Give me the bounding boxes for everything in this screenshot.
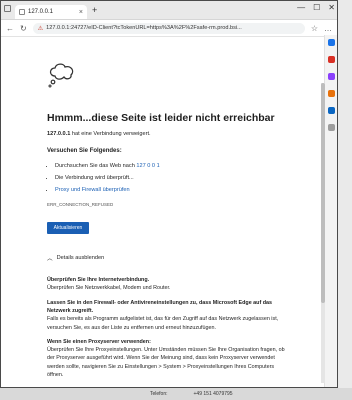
not-secure-icon[interactable]: ⚠ xyxy=(38,25,43,32)
detail-body: Überprüfen Sie Netzwerkkabel, Modem und … xyxy=(47,285,171,292)
proxy-firewall-link[interactable]: Proxy und Firewall überprüfen xyxy=(55,187,130,193)
sidebar-search-icon[interactable] xyxy=(327,39,335,46)
detail-body: Falls es bereits als Programm aufgeliste… xyxy=(47,316,279,331)
detail-section-firewall: Lassen Sie in den Firewall- oder Antivir… xyxy=(47,299,291,332)
background-phone-number: +49 151 4079795 xyxy=(193,391,233,397)
suggestion-list: Durchsuchen Sie das Web nach 127 0 0 1 D… xyxy=(47,160,160,196)
url-text: 127.0.0.1:24727/eID-Client?tcTokenURL=ht… xyxy=(46,25,242,31)
detail-title: Überprüfen Sie Ihre Internetverbindung. xyxy=(47,277,150,283)
refresh-icon[interactable]: ↻ xyxy=(20,24,27,33)
detail-title: Lassen Sie in den Firewall- oder Antivir… xyxy=(47,300,273,315)
tab-active[interactable]: 127.0.0.1 × xyxy=(15,5,87,19)
try-heading: Versuchen Sie Folgendes: xyxy=(47,148,122,154)
new-tab-button[interactable]: + xyxy=(92,5,97,15)
suggestion-checking-text: Die Verbindung wird überprüft... xyxy=(55,175,134,181)
chevron-up-icon: ︿ xyxy=(47,256,53,262)
sidebar-add-icon[interactable] xyxy=(327,124,335,131)
background-phone-label: Telefon: xyxy=(150,391,168,397)
error-page: Hmmm...diese Seite ist leider nicht erre… xyxy=(1,36,325,387)
tab-title: 127.0.0.1 xyxy=(28,9,54,15)
title-bar: 127.0.0.1 × + — ☐ ✕ xyxy=(1,1,337,20)
refresh-button[interactable]: Aktualisieren xyxy=(47,222,89,234)
back-icon[interactable]: ← xyxy=(6,24,14,33)
background-strip: Telefon: +49 151 4079795 xyxy=(0,388,352,400)
window-menu-icon[interactable] xyxy=(4,5,11,12)
suggestion-proxy: Proxy und Firewall überprüfen xyxy=(55,184,160,196)
suggestion-checking: Die Verbindung wird überprüft... xyxy=(55,172,160,184)
window-controls: — ☐ ✕ xyxy=(297,3,335,12)
details-toggle-label: Details ausblenden xyxy=(56,255,105,261)
background-right xyxy=(338,0,352,388)
maximize-button[interactable]: ☐ xyxy=(313,3,320,12)
sidebar-office-icon[interactable] xyxy=(327,90,335,97)
refused-text: hat eine Verbindung verweigert. xyxy=(70,131,151,137)
detail-section-proxy: Wenn Sie einen Proxyserver verwenden: Üb… xyxy=(47,338,291,379)
refused-message: 127.0.0.1 hat eine Verbindung verweigert… xyxy=(47,131,151,137)
tab-close-icon[interactable]: × xyxy=(79,9,83,16)
minimize-button[interactable]: — xyxy=(297,3,305,12)
close-window-button[interactable]: ✕ xyxy=(328,3,335,12)
favorites-icon[interactable]: ☆ xyxy=(311,24,318,33)
browser-window: 127.0.0.1 × + — ☐ ✕ ← ↻ ⚠ 127.0.0.1:2472… xyxy=(0,0,338,388)
page-title: Hmmm...diese Seite ist leider nicht erre… xyxy=(47,112,275,124)
page-favicon-icon xyxy=(19,9,25,15)
sidebar-outlook-icon[interactable] xyxy=(327,107,335,114)
detail-body: Überprüfen Sie Ihre Proxyeinstellungen. … xyxy=(47,347,285,378)
sidebar-shopping-icon[interactable] xyxy=(327,56,335,63)
sidebar-tools-icon[interactable] xyxy=(327,73,335,80)
url-field[interactable]: ⚠ 127.0.0.1:24727/eID-Client?tcTokenURL=… xyxy=(32,22,305,34)
scrollbar-thumb[interactable] xyxy=(321,83,325,303)
detail-title: Wenn Sie einen Proxyserver verwenden: xyxy=(47,339,151,345)
scrollbar[interactable] xyxy=(321,83,325,383)
suggestion-search-text: Durchsuchen Sie das Web nach xyxy=(55,163,137,169)
error-code: ERR_CONNECTION_REFUSED xyxy=(47,202,114,207)
refused-host: 127.0.0.1 xyxy=(47,131,71,137)
thought-cloud-icon xyxy=(48,63,74,88)
address-bar: ← ↻ ⚠ 127.0.0.1:24727/eID-Client?tcToken… xyxy=(1,20,337,37)
details-toggle[interactable]: ︿ Details ausblenden xyxy=(47,254,104,262)
more-menu-icon[interactable]: … xyxy=(324,24,332,33)
search-web-link[interactable]: 127 0 0 1 xyxy=(136,163,159,169)
detail-section-connection: Überprüfen Sie Ihre Internetverbindung. … xyxy=(47,276,291,292)
edge-sidebar xyxy=(324,35,337,387)
suggestion-search: Durchsuchen Sie das Web nach 127 0 0 1 xyxy=(55,160,160,172)
